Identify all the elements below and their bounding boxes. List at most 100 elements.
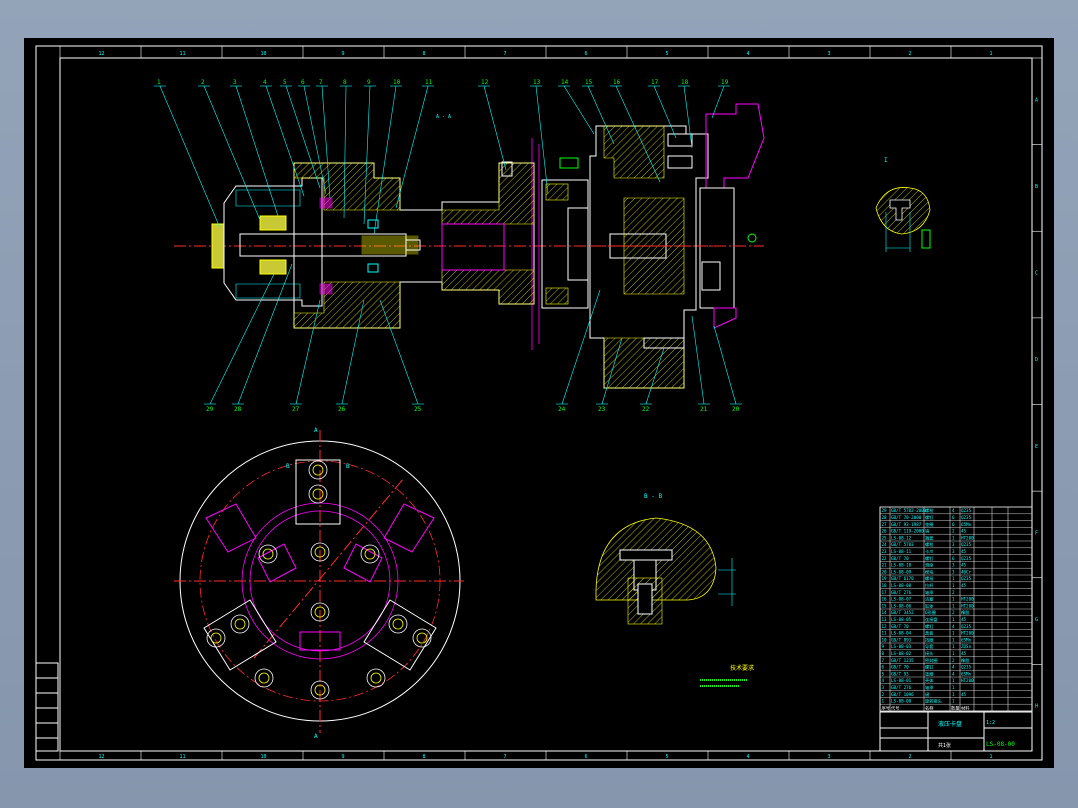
bom-material: 橡胶 <box>961 609 969 616</box>
bom-material: 65Mn <box>961 637 972 642</box>
bom-code: LS-08-09 <box>891 569 912 574</box>
bom-code: LS-08-07 <box>891 597 912 602</box>
bom-name: 活塞 <box>925 596 934 603</box>
drawing-scale: 1:2 <box>986 720 995 726</box>
bom-no: 10 <box>882 637 888 642</box>
bom-name: 拉杆 <box>925 582 934 589</box>
bolt-hole <box>308 484 328 504</box>
grid-number: 7 <box>504 51 507 57</box>
bom-code: LS-08-04 <box>891 631 912 636</box>
bom-code: LS-08-01 <box>891 678 912 683</box>
bom-name: 垫圈 <box>925 521 933 528</box>
balloon-label: 10 <box>393 79 401 86</box>
bill-of-materials: 29 GB/T 5782-2000螺栓 4 Q23528 GB/T 70-2000 螺钉 6… <box>879 506 1033 711</box>
bom-qty: 1 <box>952 631 955 636</box>
bom-name: 键 <box>925 691 930 698</box>
bom-name: 轴承 <box>925 589 934 596</box>
bom-material: 45 <box>961 563 967 568</box>
bom-code: GB/T 70 <box>891 624 909 629</box>
title-block: 液压卡盘 1:2 LS-08-00 共1张 <box>879 711 1033 752</box>
balloon-label: 28 <box>234 406 242 413</box>
bom-qty: 3 <box>952 569 955 574</box>
bom-no: 26 <box>882 529 888 534</box>
bom-name: 密封圈 <box>925 657 938 664</box>
bom-no: 4 <box>882 678 885 683</box>
bom-name: 楔块 <box>925 568 934 575</box>
bom-no: 17 <box>882 590 888 595</box>
bearing-bottom <box>259 259 287 275</box>
grid-number: 12 <box>99 51 105 57</box>
bom-qty: 6 <box>952 515 955 520</box>
leader-line <box>587 85 615 145</box>
grid-letter: B <box>1035 184 1038 190</box>
bom-header: 数量 <box>951 704 959 711</box>
bom-code: GB/T 93 <box>891 671 909 676</box>
leader-line <box>711 85 725 119</box>
bom-name: 螺栓 <box>925 507 934 514</box>
bom-material: HT200 <box>961 678 974 683</box>
grid-letter: F <box>1035 530 1038 536</box>
bom-name: 连接盘 <box>925 616 938 623</box>
balloon-label: 24 <box>558 406 566 413</box>
bom-no: 1 <box>882 699 885 704</box>
bom-no: 9 <box>882 644 885 649</box>
bom-material: 45 <box>961 583 967 588</box>
leader-line <box>713 325 737 405</box>
leader-line <box>563 85 595 135</box>
balloon-label: 1 <box>157 79 161 86</box>
label-box <box>559 157 579 169</box>
bom-qty: 2 <box>952 590 955 595</box>
bom-code: LS-08-00 <box>891 699 912 704</box>
bom-no: 19 <box>882 576 888 581</box>
bom-name: 挡圈 <box>925 636 933 643</box>
bom-code: LS-08-06 <box>891 603 912 608</box>
bom-name: 销 <box>925 528 929 535</box>
bom-name: 垫圈 <box>925 670 933 677</box>
bom-no: 22 <box>882 556 888 561</box>
leader-line <box>203 85 261 221</box>
bom-no: 20 <box>882 569 888 574</box>
grid-number: 2 <box>909 51 912 57</box>
detail-label: I <box>884 157 888 164</box>
bom-name: 螺钉 <box>925 555 934 562</box>
bom-material: HT200 <box>961 603 974 608</box>
bom-code: GB/T 70 <box>891 665 909 670</box>
bom-code: GB/T 1096 <box>891 692 914 697</box>
grid-number: 11 <box>180 51 186 57</box>
grid-reference-bottom: 12 11 10 9 8 7 6 5 4 3 2 1 <box>59 751 993 760</box>
cad-viewport[interactable]: 12 11 10 9 8 7 6 5 4 3 2 1 12 11 10 9 8 7 6 5 4 3 2 1 ABCDEFGH <box>0 0 1078 808</box>
bom-qty: 2 <box>952 529 955 534</box>
grid-number: 9 <box>342 754 345 760</box>
bolt-hole <box>254 668 274 688</box>
bom-qty: 3 <box>952 549 955 554</box>
bom-qty: 2 <box>952 658 955 663</box>
bom-code: LS-08-10 <box>891 563 912 568</box>
bom-name: 螺钉 <box>925 514 934 521</box>
balloon-label: 11 <box>425 79 433 86</box>
bom-material: Q235 <box>961 624 972 629</box>
jaw-top <box>705 103 765 189</box>
bom-name: 滑座 <box>925 562 933 569</box>
bom-name: 螺钉 <box>925 623 934 630</box>
bom-no: 8 <box>882 651 885 656</box>
front-view-chuck: A A B B <box>174 427 464 740</box>
balloon-label: 9 <box>367 79 371 86</box>
balloon-label: 4 <box>263 79 267 86</box>
bom-material: ZQSn <box>961 644 972 649</box>
bom-code: LS-08-08 <box>891 583 912 588</box>
sheet-count: 共1张 <box>938 742 951 749</box>
balloon-label: 8 <box>343 79 347 86</box>
bom-no: 29 <box>882 508 888 513</box>
bom-name: 盖板 <box>925 630 934 637</box>
bom-qty: 1 <box>952 692 955 697</box>
bom-no: 25 <box>882 535 888 540</box>
grid-number: 10 <box>261 754 267 760</box>
bom-no: 6 <box>882 665 885 670</box>
bom-qty: 1 <box>952 644 955 649</box>
bom-no: 28 <box>882 515 888 520</box>
bom-code: LS-08-03 <box>891 644 912 649</box>
bom-qty: 1 <box>952 535 955 540</box>
leader-line <box>483 85 507 171</box>
grid-reference-top: 12 11 10 9 8 7 6 5 4 3 2 1 <box>59 46 993 58</box>
leader-line <box>535 85 549 195</box>
